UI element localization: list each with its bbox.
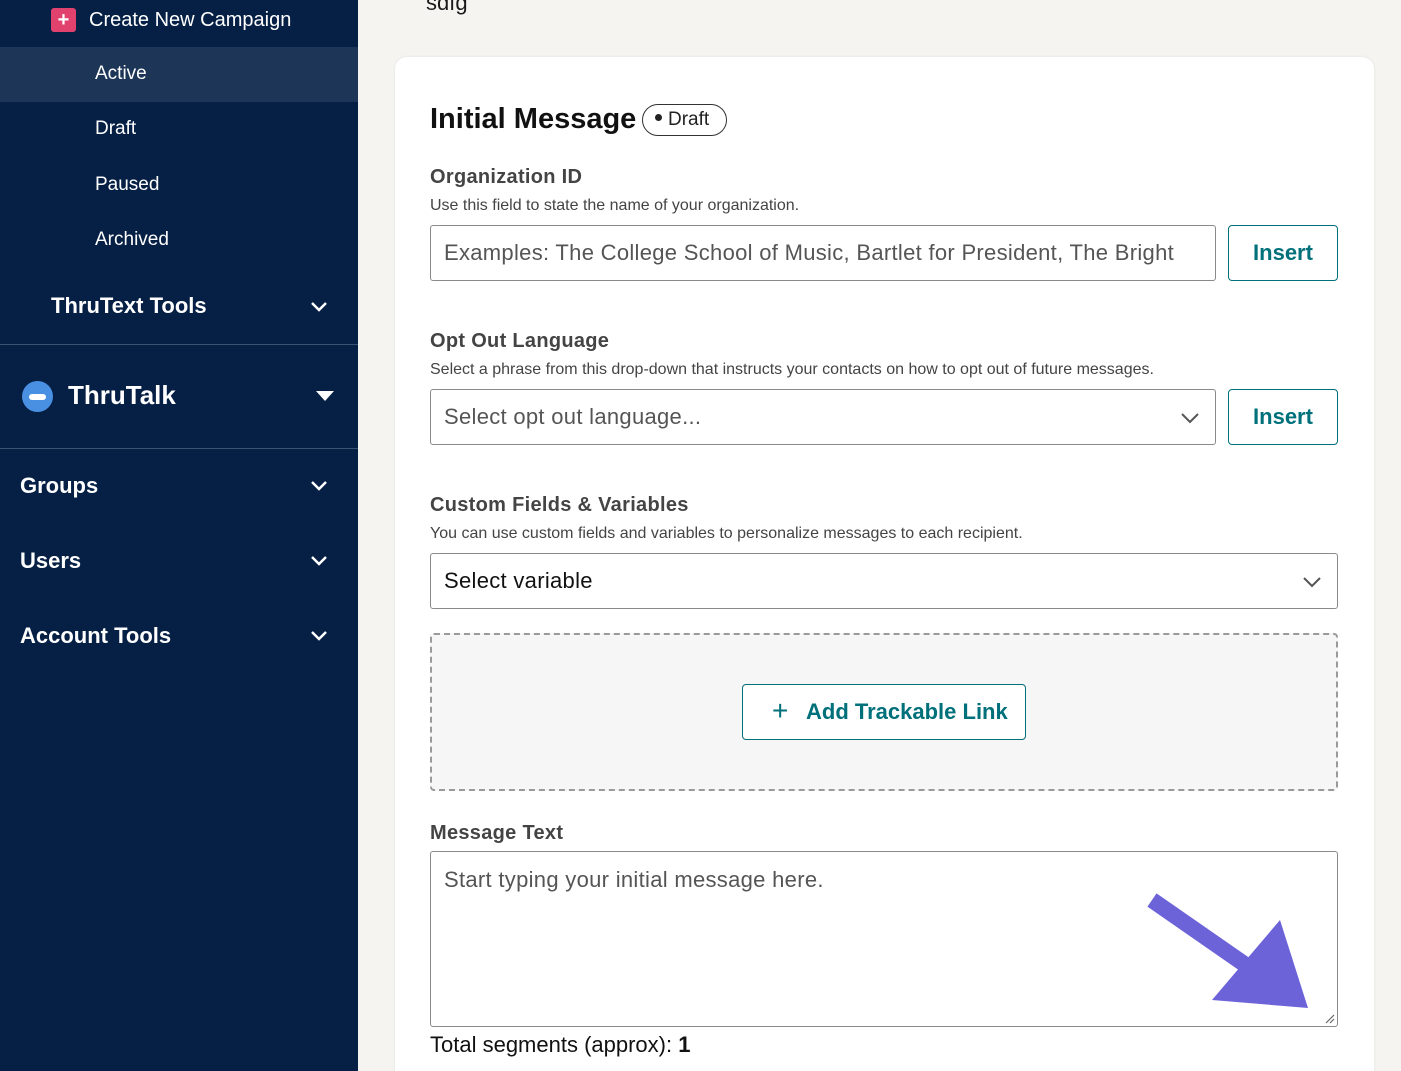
create-campaign-link[interactable]: + Create New Campaign	[0, 0, 358, 47]
variable-select-value: Select variable	[444, 568, 593, 593]
chevron-down-icon	[311, 556, 327, 566]
sidebar-item-active[interactable]: Active	[0, 47, 358, 102]
custom-fields-help: You can use custom fields and variables …	[430, 525, 1023, 542]
segments-label: Total segments (approx):	[430, 1032, 673, 1057]
annotation-arrow-icon	[1147, 893, 1308, 1008]
org-id-placeholder: Examples: The College School of Music, B…	[444, 240, 1175, 265]
add-trackable-link-button[interactable]: + Add Trackable Link	[742, 684, 1026, 740]
chevron-down-icon	[1303, 577, 1321, 588]
caret-down-icon	[316, 391, 334, 401]
thrutext-tools-label: ThruText Tools	[51, 293, 207, 318]
sidebar-item-archived[interactable]: Archived	[0, 213, 358, 268]
chevron-down-icon	[311, 631, 327, 641]
message-placeholder: Start typing your initial message here.	[444, 867, 824, 892]
optout-select[interactable]: Select opt out language...	[430, 389, 1216, 445]
sidebar: + Create New Campaign Active Draft Pause…	[0, 0, 358, 1071]
status-badge: Draft	[642, 104, 727, 136]
nav-label: Users	[20, 548, 82, 573]
sidebar-nav-account-tools[interactable]: Account Tools	[0, 610, 358, 665]
section-heading: Initial Message	[430, 103, 637, 135]
thrutalk-toggle[interactable]: ThruTalk	[0, 365, 358, 427]
sidebar-item-label: Active	[95, 63, 147, 84]
segments-value: 1	[678, 1032, 691, 1057]
optout-insert-button[interactable]: Insert	[1228, 389, 1338, 445]
org-id-input[interactable]: Examples: The College School of Music, B…	[430, 225, 1216, 281]
create-campaign-label: Create New Campaign	[89, 9, 292, 31]
message-text-label: Message Text	[430, 822, 564, 844]
chevron-down-icon	[1181, 413, 1199, 424]
segments-count: Total segments (approx): 1	[430, 1032, 690, 1058]
optout-placeholder: Select opt out language...	[444, 404, 702, 429]
org-id-insert-button[interactable]: Insert	[1228, 225, 1338, 281]
chevron-down-icon	[311, 302, 327, 312]
optout-help: Select a phrase from this drop-down that…	[430, 361, 1154, 378]
campaign-name-text: sdfg	[426, 0, 468, 15]
sidebar-item-label: Archived	[95, 229, 169, 250]
thrutalk-label: ThruTalk	[68, 380, 176, 410]
sidebar-item-draft[interactable]: Draft	[0, 102, 358, 157]
add-trackable-link-label: Add Trackable Link	[806, 699, 1008, 724]
custom-fields-label: Custom Fields & Variables	[430, 494, 689, 516]
org-id-help: Use this field to state the name of your…	[430, 197, 800, 214]
status-badge-label: Draft	[668, 109, 710, 130]
thrutalk-logo-icon	[22, 381, 53, 412]
sidebar-divider	[0, 448, 358, 449]
thrutext-tools-toggle[interactable]: ThruText Tools	[0, 280, 358, 335]
status-dot-icon	[655, 114, 662, 122]
chevron-down-icon	[311, 481, 327, 491]
sidebar-nav-users[interactable]: Users	[0, 535, 358, 590]
optout-label: Opt Out Language	[430, 330, 610, 352]
nav-label: Account Tools	[20, 623, 172, 648]
variable-select[interactable]: Select variable	[430, 553, 1338, 609]
sidebar-item-label: Paused	[95, 174, 160, 195]
sidebar-nav-groups[interactable]: Groups	[0, 460, 358, 515]
nav-label: Groups	[20, 473, 99, 498]
resize-handle-icon[interactable]	[1323, 1012, 1335, 1024]
sidebar-divider	[0, 344, 358, 345]
plus-icon: +	[772, 695, 789, 726]
sidebar-item-label: Draft	[95, 118, 137, 139]
plus-icon: +	[51, 8, 76, 32]
sidebar-item-paused[interactable]: Paused	[0, 158, 358, 213]
org-id-label: Organization ID	[430, 166, 583, 188]
